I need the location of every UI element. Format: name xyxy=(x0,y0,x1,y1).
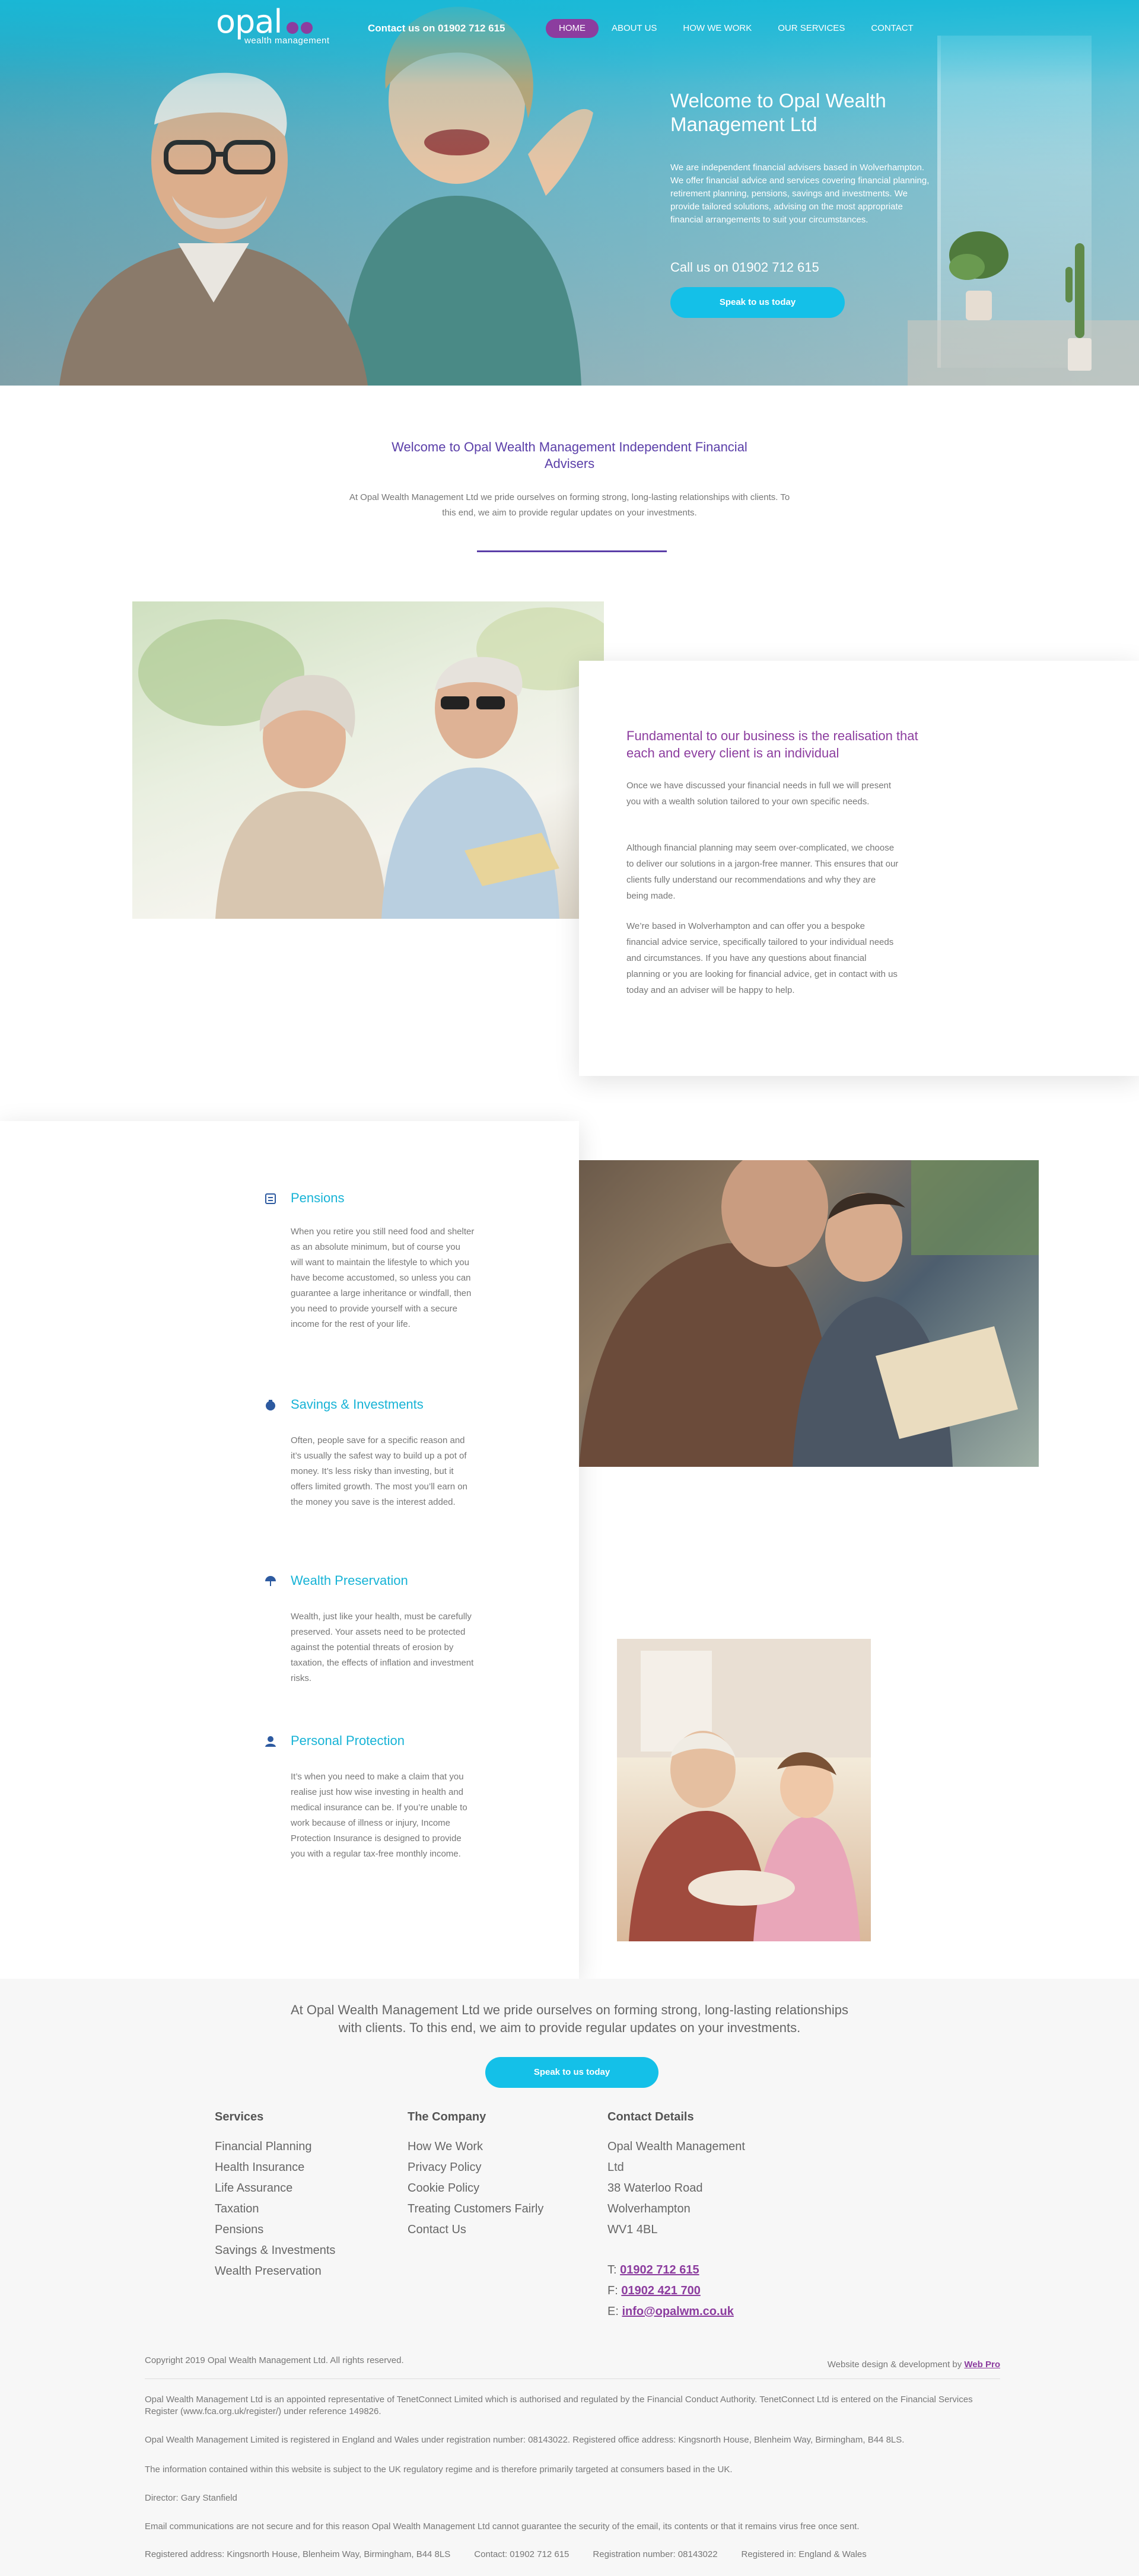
designer-credit: Website design & development by Web Pro xyxy=(827,2360,1000,2370)
service-text-wealth: Wealth, just like your health, must be c… xyxy=(291,1612,474,1683)
footer-fax-link[interactable]: 01902 421 700 xyxy=(621,2284,700,2297)
footer-link-financial-planning[interactable]: Financial Planning xyxy=(215,2140,311,2153)
nav-about-us[interactable]: ABOUT US xyxy=(599,19,670,38)
footer-link-contact-us[interactable]: Contact Us xyxy=(408,2223,466,2236)
footer-link-how-we-work[interactable]: How We Work xyxy=(408,2140,483,2153)
nav-contact[interactable]: CONTACT xyxy=(858,19,926,38)
logo-wordmark[interactable]: opal xyxy=(216,6,282,38)
footer-link-tcf[interactable]: Treating Customers Fairly xyxy=(408,2202,543,2215)
address-line: WV1 4BL xyxy=(607,2223,658,2236)
legal-text-uk: The information contained within this we… xyxy=(145,2464,733,2475)
intro-title: Welcome to Opal Wealth Management Indepe… xyxy=(392,440,747,471)
hero-text: We are independent financial advisers ba… xyxy=(670,163,930,225)
footer-services-heading: Services xyxy=(215,2110,264,2123)
intro-text: At Opal Wealth Management Ltd we pride o… xyxy=(349,492,790,518)
service-title-protection[interactable]: Personal Protection xyxy=(291,1733,405,1749)
about-paragraph-2: Although financial planning may seem ove… xyxy=(626,843,899,901)
cta-speak-button[interactable]: Speak to us today xyxy=(485,2057,658,2088)
footer-company-heading: The Company xyxy=(408,2110,486,2123)
footer-divider xyxy=(145,2378,1000,2379)
address-line: Opal Wealth Management xyxy=(607,2140,745,2153)
header-contact[interactable]: Contact us on 01902 712 615 xyxy=(368,23,505,34)
legal-text-fca: Opal Wealth Management Ltd is an appoint… xyxy=(145,2394,973,2416)
pension-icon xyxy=(265,1193,276,1204)
footer-services-list: Financial Planning Health Insurance Life… xyxy=(215,2136,335,2282)
address-line: Wolverhampton xyxy=(607,2202,691,2215)
service-title-pensions[interactable]: Pensions xyxy=(291,1190,345,1206)
footer-phone-link[interactable]: 01902 712 615 xyxy=(620,2263,699,2276)
webpro-link[interactable]: Web Pro xyxy=(964,2360,1000,2370)
services-card xyxy=(0,1121,579,1979)
footer-link-savings[interactable]: Savings & Investments xyxy=(215,2244,335,2257)
service-text-protection: It’s when you need to make a claim that … xyxy=(291,1772,467,1859)
footer-link-life-assurance[interactable]: Life Assurance xyxy=(215,2182,292,2195)
footer-bottom-bar: Registered address: Kingsnorth House, Bl… xyxy=(145,2549,1000,2559)
nav-home[interactable]: HOME xyxy=(546,19,599,38)
service-text-pensions: When you retire you still need food and … xyxy=(291,1227,475,1329)
footer-link-cookie-policy[interactable]: Cookie Policy xyxy=(408,2182,479,2195)
person-icon xyxy=(265,1736,276,1747)
logo-dots-icon xyxy=(287,22,313,34)
footer-company-list: How We Work Privacy Policy Cookie Policy… xyxy=(408,2136,543,2240)
about-paragraph-1: Once we have discussed your financial ne… xyxy=(626,781,892,807)
savings-icon xyxy=(266,1400,275,1410)
hero-call: Call us on 01902 712 615 xyxy=(670,260,819,275)
hero-title: Welcome to Opal Wealth Management Ltd xyxy=(670,90,886,135)
footer-contact-numbers: T: 01902 712 615 F: 01902 421 700 E: inf… xyxy=(607,2263,734,2318)
couple-photo xyxy=(132,601,604,919)
service-text-savings: Often, people save for a specific reason… xyxy=(291,1435,467,1507)
footer-link-pensions[interactable]: Pensions xyxy=(215,2223,263,2236)
cta-text: At Opal Wealth Management Ltd we pride o… xyxy=(291,2002,848,2035)
divider xyxy=(477,550,667,552)
service-title-savings[interactable]: Savings & Investments xyxy=(291,1397,424,1412)
umbrella-icon xyxy=(265,1576,276,1586)
address-line: 38 Waterloo Road xyxy=(607,2182,703,2195)
footer-link-privacy-policy[interactable]: Privacy Policy xyxy=(408,2161,481,2174)
nav-our-services[interactable]: OUR SERVICES xyxy=(765,19,858,38)
legal-text-email: Email communications are not secure and … xyxy=(145,2521,860,2532)
address-line: Ltd xyxy=(607,2161,624,2174)
hero-banner xyxy=(0,0,1139,386)
about-title: Fundamental to our business is the reali… xyxy=(626,728,918,760)
footer-link-health-insurance[interactable]: Health Insurance xyxy=(215,2161,304,2174)
grandfather-reading-photo xyxy=(579,1160,1039,1467)
legal-text-director: Director: Gary Stanfield xyxy=(145,2493,237,2503)
footer-link-wealth-preservation[interactable]: Wealth Preservation xyxy=(215,2265,322,2278)
nav-how-we-work[interactable]: HOW WE WORK xyxy=(670,19,765,38)
grandmother-baking-photo xyxy=(617,1639,871,1941)
logo-subtitle: wealth management xyxy=(244,36,330,46)
service-title-wealth[interactable]: Wealth Preservation xyxy=(291,1573,408,1588)
footer-email-link[interactable]: info@opalwm.co.uk xyxy=(622,2305,733,2318)
footer-contact-heading: Contact Details xyxy=(607,2110,694,2123)
registered-address: Registered address: Kingsnorth House, Bl… xyxy=(145,2549,451,2559)
hero-speak-button[interactable]: Speak to us today xyxy=(670,287,845,318)
registration-number: Registration number: 08143022 xyxy=(593,2549,718,2559)
main-nav: HOME ABOUT US HOW WE WORK OUR SERVICES C… xyxy=(546,19,927,38)
about-paragraph-3: We’re based in Wolverhampton and can off… xyxy=(626,921,898,995)
legal-text-registration: Opal Wealth Management Limited is regist… xyxy=(145,2435,905,2445)
footer-address: Opal Wealth Management Ltd 38 Waterloo R… xyxy=(607,2136,745,2240)
footer-link-taxation[interactable]: Taxation xyxy=(215,2202,259,2215)
registered-in: Registered in: England & Wales xyxy=(741,2549,867,2559)
bottom-contact: Contact: 01902 712 615 xyxy=(474,2549,570,2559)
